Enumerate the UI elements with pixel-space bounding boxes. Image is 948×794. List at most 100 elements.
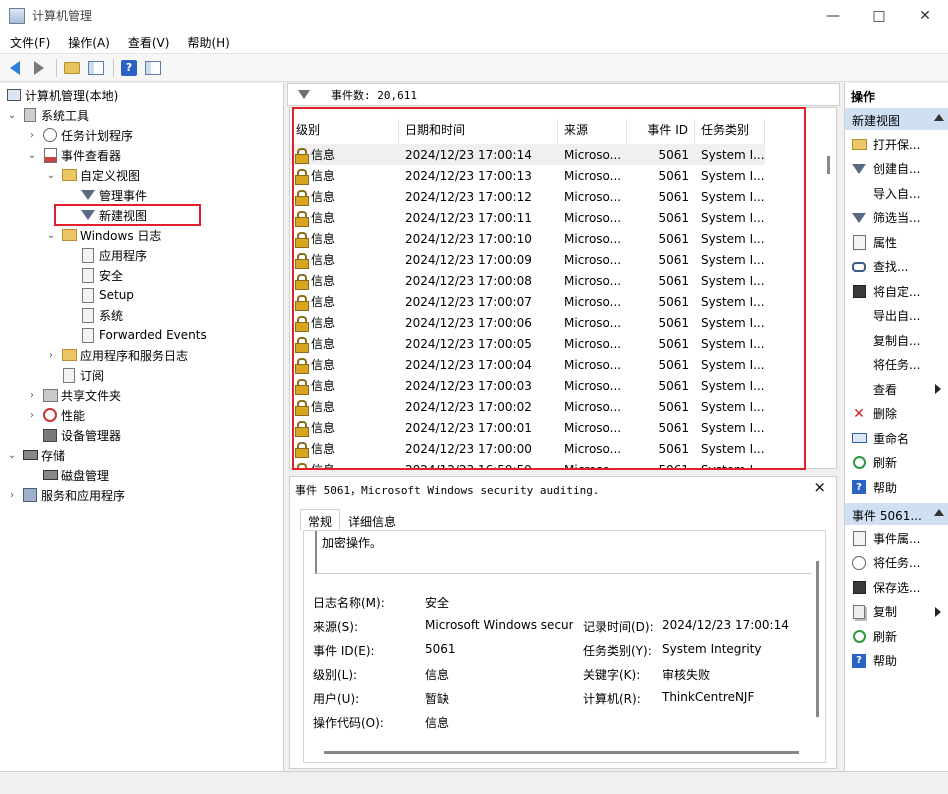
event-list[interactable]: 级别 日期和时间 来源 事件 ID 任务类别 信息 2024/12/23 17:0… [289,107,837,469]
action-item[interactable]: 导入自... [845,182,948,204]
up-level-button[interactable] [61,57,83,79]
chevron-right-icon[interactable]: › [6,490,18,501]
table-row[interactable]: 信息 2024/12/23 17:00:04 Microso... 5061 Syste… [290,354,765,375]
action-item[interactable]: 筛选当... [845,207,948,229]
table-row[interactable]: 信息 2024/12/23 17:00:02 Microso... 5061 Syste… [290,396,765,417]
forward-button[interactable] [28,57,50,79]
tree-item-services-apps[interactable]: › 服务和应用程序 [6,485,125,505]
tree-item-admin-events[interactable]: 管理事件 [80,185,147,205]
table-row[interactable]: 信息 2024/12/23 17:00:13 Microso... 5061 Syste… [290,165,765,186]
tree-item-performance[interactable]: › 性能 [26,405,85,425]
menu-help[interactable]: 帮助(H) [177,34,237,51]
tab-details[interactable]: 详细信息 [340,509,404,531]
show-action-pane-button[interactable] [142,57,164,79]
action-item[interactable]: 刷新 [845,452,948,474]
column-datetime[interactable]: 日期和时间 [399,119,558,143]
detail-horizontal-scrollbar[interactable] [324,751,799,754]
chevron-down-icon[interactable]: ⌄ [6,110,18,121]
tree-item-system-tools[interactable]: ⌄ 系统工具 [6,105,89,125]
chevron-down-icon[interactable]: ⌄ [6,450,18,461]
maximize-button[interactable]: □ [856,0,902,31]
column-task-category[interactable]: 任务类别 [695,119,765,143]
action-item[interactable]: 打开保... [845,133,948,155]
table-row[interactable]: 信息 2024/12/23 17:00:05 Microso... 5061 Syste… [290,333,765,354]
table-row[interactable]: 信息 2024/12/23 17:00:07 Microso... 5061 Syste… [290,291,765,312]
cell-category: System I... [701,210,765,225]
menu-action[interactable]: 操作(A) [58,34,118,51]
chevron-right-icon[interactable]: › [26,390,38,401]
action-item[interactable]: 将任务... [845,354,948,376]
action-item[interactable]: 保存选... [845,576,948,598]
close-button[interactable]: ✕ [902,0,948,31]
tree-item-security[interactable]: 安全 [80,265,123,285]
table-row[interactable]: 信息 2024/12/23 17:00:14 Microso... 5061 Syste… [290,144,765,165]
menu-view[interactable]: 查看(V) [118,34,178,51]
action-item[interactable]: 属性 [845,231,948,253]
tree-item-disk-management[interactable]: 磁盘管理 [42,465,109,485]
action-item[interactable]: 复制自... [845,329,948,351]
close-icon[interactable]: × [813,478,826,496]
table-row[interactable]: 信息 2024/12/23 17:00:10 Microso... 5061 Syste… [290,228,765,249]
show-hide-tree-button[interactable] [85,57,107,79]
action-item[interactable]: 重命名 [845,427,948,449]
action-item[interactable]: ? 帮助 [845,650,948,672]
table-row[interactable]: 信息 2024/12/23 17:00:08 Microso... 5061 Syste… [290,270,765,291]
column-event-id[interactable]: 事件 ID [627,119,695,143]
back-button[interactable] [4,57,26,79]
action-item[interactable]: 复制 [845,601,948,623]
cell-category: System I... [701,252,765,267]
table-row[interactable]: 信息 2024/12/23 17:00:00 Microso... 5061 Syste… [290,438,765,459]
action-item[interactable]: 将自定... [845,280,948,302]
actions-section-event[interactable]: 事件 5061... [845,503,948,525]
tree-item-custom-views[interactable]: ⌄ 自定义视图 [45,165,140,185]
action-item[interactable]: 查找... [845,256,948,278]
level-text: 信息 [311,337,336,351]
tree-item-app-service-logs[interactable]: › 应用程序和服务日志 [45,345,188,365]
tree-item-task-scheduler[interactable]: › 任务计划程序 [26,125,133,145]
table-row[interactable]: 信息 2024/12/23 17:00:11 Microso... 5061 Syste… [290,207,765,228]
menu-file[interactable]: 文件(F) [0,34,58,51]
detail-vertical-scrollbar[interactable] [816,561,819,717]
minimize-button[interactable]: — [810,0,856,31]
table-row[interactable]: 信息 2024/12/23 17:00:06 Microso... 5061 Syste… [290,312,765,333]
action-item[interactable]: 将任务... [845,552,948,574]
action-item[interactable]: ✕ 删除 [845,403,948,425]
chevron-right-icon[interactable]: › [26,130,38,141]
chevron-down-icon[interactable]: ⌄ [45,230,57,241]
help-button[interactable]: ? [118,57,140,79]
chevron-right-icon[interactable]: › [45,350,57,361]
table-row[interactable]: 信息 2024/12/23 17:00:03 Microso... 5061 Syste… [290,375,765,396]
collapse-icon[interactable] [934,509,944,516]
tree-item-device-manager[interactable]: 设备管理器 [42,425,121,445]
tree-item-event-viewer[interactable]: ⌄ 事件查看器 [26,145,121,165]
cell-event-id: 5061 [658,399,689,414]
collapse-icon[interactable] [934,114,944,121]
action-item[interactable]: 查看 [845,378,948,400]
tree-item-root[interactable]: 计算机管理(本地) [6,85,118,105]
event-list-scrollbar[interactable] [827,156,830,174]
actions-section-new-view[interactable]: 新建视图 [845,108,948,130]
action-item[interactable]: ? 帮助 [845,476,948,498]
table-row[interactable]: 信息 2024/12/23 17:00:01 Microso... 5061 Syste… [290,417,765,438]
chevron-down-icon[interactable]: ⌄ [45,170,57,181]
table-row[interactable]: 信息 2024/12/23 16:59:59Microso...5061Syste… [290,459,765,468]
tree-item-system[interactable]: 系统 [80,305,123,325]
action-item[interactable]: 刷新 [845,625,948,647]
tree-item-forwarded-events[interactable]: Forwarded Events [80,325,207,345]
action-item[interactable]: 导出自... [845,305,948,327]
table-row[interactable]: 信息 2024/12/23 17:00:12 Microso... 5061 Syste… [290,186,765,207]
column-level[interactable]: 级别 [290,119,399,143]
chevron-down-icon[interactable]: ⌄ [26,150,38,161]
table-row[interactable]: 信息 2024/12/23 17:00:09 Microso... 5061 Syste… [290,249,765,270]
tab-general[interactable]: 常规 [300,509,341,531]
column-source[interactable]: 来源 [558,119,627,143]
chevron-right-icon[interactable]: › [26,410,38,421]
action-item[interactable]: 事件属... [845,527,948,549]
tree-item-subscriptions[interactable]: 订阅 [61,365,104,385]
tree-item-storage[interactable]: ⌄ 存储 [6,445,65,465]
tree-item-application[interactable]: 应用程序 [80,245,147,265]
tree-item-windows-logs[interactable]: ⌄ Windows 日志 [45,225,162,245]
tree-item-shared-folders[interactable]: › 共享文件夹 [26,385,121,405]
tree-item-setup[interactable]: Setup [80,285,134,305]
action-item[interactable]: 创建自... [845,158,948,180]
